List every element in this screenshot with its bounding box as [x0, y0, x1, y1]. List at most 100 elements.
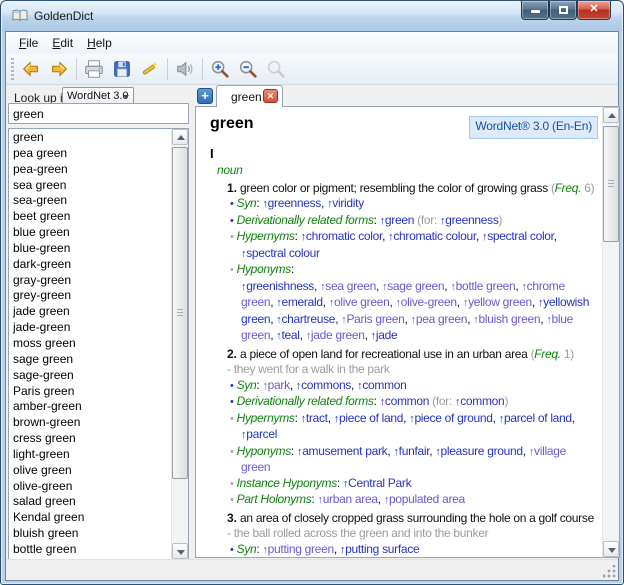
- article-link[interactable]: ↑urban area: [317, 492, 377, 506]
- list-item[interactable]: light-green: [9, 447, 171, 463]
- zoom-original-button[interactable]: [262, 56, 290, 82]
- article-link[interactable]: ↑common: [455, 394, 504, 408]
- list-item[interactable]: olive-green: [9, 479, 171, 495]
- list-item[interactable]: sage green: [9, 352, 171, 368]
- print-button[interactable]: [80, 56, 108, 82]
- content-scroll-thumb[interactable]: [603, 126, 619, 242]
- search-input[interactable]: [8, 103, 189, 124]
- content-scrollbar[interactable]: [602, 107, 619, 557]
- pronounce-button[interactable]: [171, 56, 199, 82]
- article-link[interactable]: ↑parcel of land: [499, 411, 572, 425]
- article-link[interactable]: ↑greenness: [262, 196, 321, 210]
- article-link[interactable]: ↑green: [380, 213, 414, 227]
- list-item[interactable]: jade-green: [9, 320, 171, 336]
- article-link[interactable]: ↑populated area: [384, 492, 465, 506]
- list-item[interactable]: gray-green: [9, 273, 171, 289]
- article-link[interactable]: ↑Central Park: [343, 476, 411, 490]
- article-link[interactable]: ↑putting green: [262, 542, 333, 556]
- scroll-up-button[interactable]: [172, 129, 188, 145]
- article-link[interactable]: ↑chartreuse: [276, 312, 335, 326]
- article-link[interactable]: ↑chromatic color: [301, 229, 382, 243]
- article-link[interactable]: ↑jade green: [306, 328, 365, 342]
- article-link[interactable]: ↑jade: [371, 328, 398, 342]
- list-item[interactable]: blue-green: [9, 241, 171, 257]
- tab-green[interactable]: green ✕: [216, 85, 283, 107]
- article-link[interactable]: ↑sea green: [320, 279, 376, 293]
- article-link[interactable]: ↑teal: [276, 328, 299, 342]
- list-item[interactable]: amber-green: [9, 399, 171, 415]
- article-link[interactable]: ↑tract: [301, 411, 328, 425]
- article-link[interactable]: ↑funfair: [393, 444, 429, 458]
- menu-edit[interactable]: Edit: [45, 35, 80, 51]
- article-link[interactable]: ↑piece of ground: [409, 411, 492, 425]
- scroll-down-button[interactable]: [603, 541, 619, 557]
- list-item[interactable]: beet green: [9, 209, 171, 225]
- list-item[interactable]: sea green: [9, 178, 171, 194]
- article-link[interactable]: ↑emerald: [276, 295, 322, 309]
- close-icon: ✕: [589, 3, 598, 15]
- article-link[interactable]: ↑piece of land: [334, 411, 403, 425]
- article-link[interactable]: ↑olive green: [329, 295, 390, 309]
- add-tab-button[interactable]: +: [197, 88, 213, 104]
- article-link[interactable]: ↑common: [380, 394, 429, 408]
- list-item[interactable]: sage-green: [9, 368, 171, 384]
- list-item[interactable]: green: [9, 130, 171, 146]
- list-item[interactable]: brown-green: [9, 415, 171, 431]
- dictionary-badge[interactable]: WordNet® 3.0 (En-En): [469, 116, 598, 139]
- zoom-in-button[interactable]: [206, 56, 234, 82]
- close-button[interactable]: ✕: [577, 1, 611, 20]
- article-link[interactable]: ↑park: [262, 378, 289, 392]
- title-bar[interactable]: GoldenDict ✕: [2, 1, 622, 31]
- zoom-out-button[interactable]: [234, 56, 262, 82]
- resize-grip[interactable]: [603, 565, 616, 578]
- menu-file[interactable]: File: [12, 35, 45, 51]
- minimize-button[interactable]: [521, 1, 549, 20]
- wordlist-scroll-thumb[interactable]: [172, 147, 188, 479]
- list-item[interactable]: sea-green: [9, 193, 171, 209]
- article-link[interactable]: ↑greenness: [440, 213, 499, 227]
- article-link[interactable]: ↑bottle green: [450, 279, 515, 293]
- maximize-button[interactable]: [549, 1, 577, 20]
- article-link[interactable]: ↑pea green: [411, 312, 468, 326]
- list-item[interactable]: Paris green: [9, 384, 171, 400]
- article-link[interactable]: ↑greenishness: [241, 279, 314, 293]
- list-item[interactable]: jade green: [9, 304, 171, 320]
- list-item[interactable]: blue green: [9, 225, 171, 241]
- scroll-up-button[interactable]: [603, 107, 619, 123]
- list-item[interactable]: grey-green: [9, 288, 171, 304]
- forward-button[interactable]: [45, 56, 73, 82]
- article-link[interactable]: ↑pleasure ground: [435, 444, 522, 458]
- list-item[interactable]: salad green: [9, 494, 171, 510]
- article-link[interactable]: ↑olive-green: [396, 295, 457, 309]
- article-link[interactable]: ↑spectral colour: [241, 246, 320, 260]
- article-link[interactable]: ↑sage green: [382, 279, 444, 293]
- scan-popup-button[interactable]: [136, 56, 164, 82]
- article-link[interactable]: ↑yellow green: [463, 295, 532, 309]
- article-link[interactable]: ↑chromatic colour: [388, 229, 476, 243]
- back-button[interactable]: [17, 56, 45, 82]
- article-link[interactable]: ↑parcel: [241, 427, 277, 441]
- save-button[interactable]: [108, 56, 136, 82]
- article-link[interactable]: ↑amusement park: [297, 444, 387, 458]
- article-link[interactable]: ↑viridity: [327, 196, 364, 210]
- list-item[interactable]: moss green: [9, 336, 171, 352]
- list-item[interactable]: pea green: [9, 146, 171, 162]
- scroll-down-button[interactable]: [172, 543, 188, 559]
- list-item[interactable]: cress green: [9, 431, 171, 447]
- toolbar-drag-handle[interactable]: [11, 58, 14, 80]
- list-item[interactable]: Kendal green: [9, 510, 171, 526]
- article-link[interactable]: ↑common: [357, 378, 406, 392]
- list-item[interactable]: olive green: [9, 463, 171, 479]
- wordlist-scrollbar[interactable]: [171, 129, 188, 559]
- article-link[interactable]: ↑Paris green: [341, 312, 404, 326]
- article-link[interactable]: ↑bluish green: [473, 312, 540, 326]
- menu-help[interactable]: Help: [80, 35, 119, 51]
- list-item[interactable]: bluish green: [9, 526, 171, 542]
- article-link[interactable]: ↑commons: [296, 378, 351, 392]
- list-item[interactable]: pea-green: [9, 162, 171, 178]
- article-link[interactable]: ↑putting surface: [340, 542, 419, 556]
- tab-close-button[interactable]: ✕: [263, 89, 278, 103]
- list-item[interactable]: bottle green: [9, 542, 171, 558]
- article-link[interactable]: ↑spectral color: [482, 229, 554, 243]
- list-item[interactable]: dark-green: [9, 257, 171, 273]
